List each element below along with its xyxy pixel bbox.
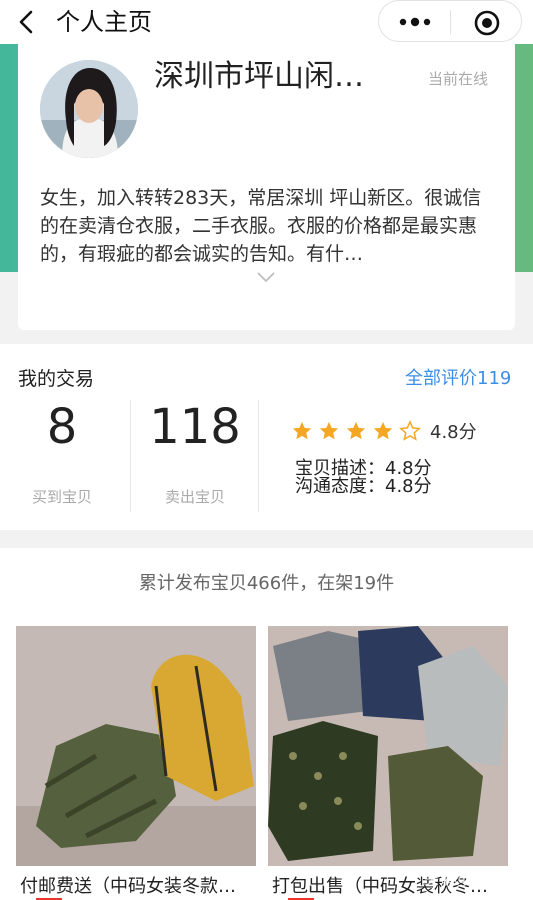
sold-count: 118 [149, 399, 241, 455]
avatar[interactable] [40, 60, 138, 158]
divider [258, 400, 259, 512]
communication-rating: 沟通态度：4.8分 [295, 476, 432, 497]
star-outline-icon [399, 420, 421, 441]
user-nickname: 深圳市坪山闲… [154, 59, 364, 94]
rating-score: 4.8分 [430, 422, 477, 443]
target-icon[interactable] [473, 9, 501, 37]
mini-program-capsule [378, 0, 522, 42]
goods-photo [16, 626, 256, 866]
nav-bar: 个人主页 [0, 0, 533, 44]
divider [130, 400, 131, 512]
star-filled-icon [346, 421, 366, 440]
bought-stat[interactable]: 8 买到宝贝 [22, 398, 102, 507]
star-filled-icon [292, 421, 312, 440]
watermark: 头条@悟空问答 [424, 870, 530, 888]
goods-card[interactable]: 打包出售（中码女装秋冬… [268, 626, 508, 900]
star-filled-icon [319, 421, 339, 440]
goods-photo [268, 626, 508, 866]
chevron-down-icon[interactable] [255, 270, 277, 284]
capsule-divider [450, 10, 451, 34]
goods-card[interactable]: 付邮费送（中码女装冬款… [16, 626, 256, 900]
trade-section: 我的交易 全部评价119 8 买到宝贝 118 卖出宝贝 4.8分 宝贝描述：4… [0, 344, 533, 530]
page-title: 个人主页 [56, 8, 152, 36]
bought-count: 8 [46, 399, 78, 455]
bought-label: 买到宝贝 [31, 488, 92, 506]
sold-label: 卖出宝贝 [164, 488, 225, 506]
more-dots-icon[interactable] [397, 13, 433, 31]
all-reviews-link[interactable]: 全部评价119 [405, 364, 511, 390]
user-bio: 女生，加入转转283天，常居深圳 坪山新区。很诚信的在卖清仓衣服，二手衣服。衣服… [40, 187, 482, 265]
chevron-left-icon[interactable] [14, 8, 42, 36]
star-filled-icon [373, 421, 393, 440]
listing-summary: 累计发布宝贝466件，在架19件 [0, 548, 533, 620]
goods-title: 付邮费送（中码女装冬款… [20, 876, 236, 897]
goods-grid: 付邮费送（中码女装冬款… 打包出售（中码女装秋冬… [0, 620, 533, 900]
sold-stat[interactable]: 118 卖出宝贝 [146, 398, 244, 507]
trade-title: 我的交易 [18, 368, 95, 390]
online-status: 当前在线 [428, 70, 489, 88]
star-rating: 4.8分 [291, 418, 477, 444]
